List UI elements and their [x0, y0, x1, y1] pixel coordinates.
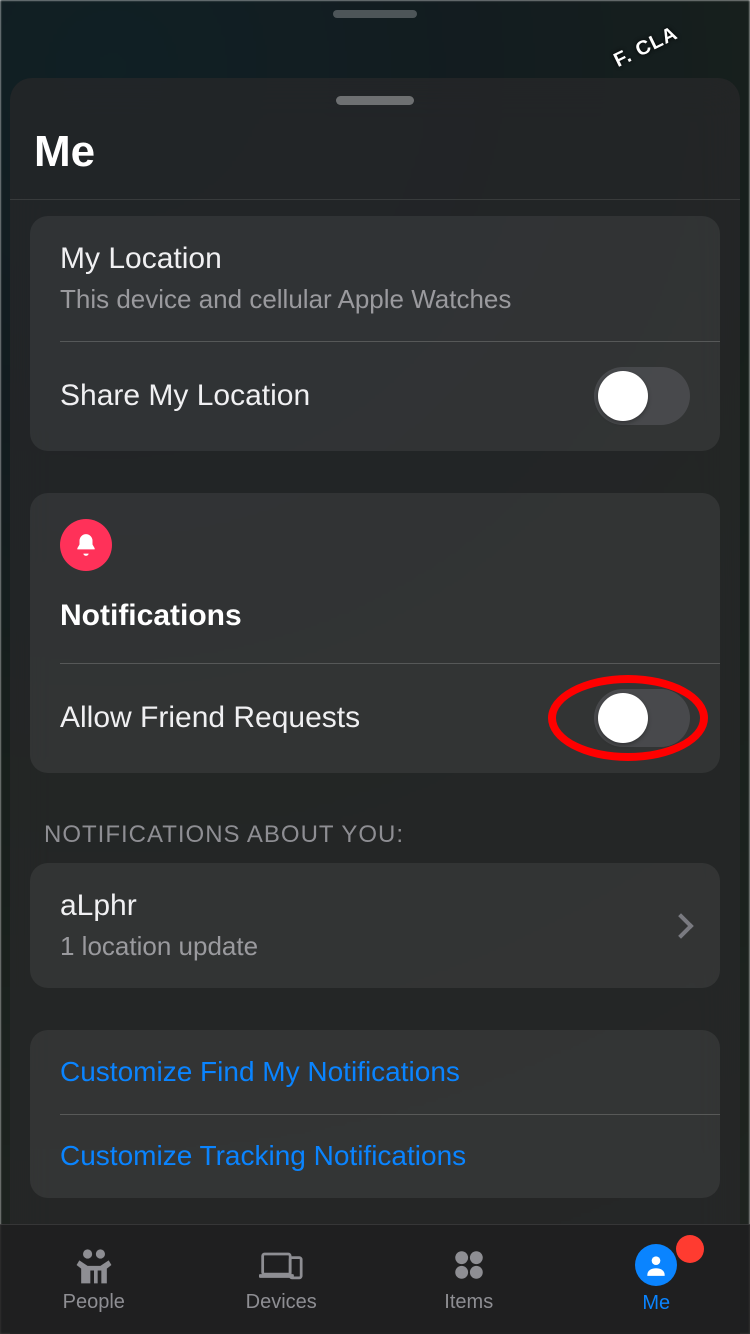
customize-tracking-label: Customize Tracking Notifications: [60, 1140, 690, 1172]
allow-friend-requests-label: Allow Friend Requests: [60, 701, 360, 735]
share-my-location-toggle[interactable]: [594, 367, 690, 425]
share-my-location-label: Share My Location: [60, 379, 310, 413]
tab-devices-label: Devices: [246, 1291, 317, 1314]
me-sheet: Me My Location This device and cellular …: [10, 78, 740, 1334]
tab-people[interactable]: People: [0, 1225, 188, 1334]
my-location-cell[interactable]: My Location This device and cellular App…: [30, 216, 720, 341]
about-you-group: aLphr 1 location update: [30, 863, 720, 988]
tab-bar: People Devices Items Me: [0, 1224, 750, 1334]
customize-findmy-label: Customize Find My Notifications: [60, 1056, 690, 1088]
notifications-header-cell: Notifications: [30, 493, 720, 663]
bell-icon: [60, 519, 112, 571]
location-group: My Location This device and cellular App…: [30, 216, 720, 451]
tab-items[interactable]: Items: [375, 1225, 563, 1334]
notifications-group: Notifications Allow Friend Requests: [30, 493, 720, 773]
customize-links-group: Customize Find My Notifications Customiz…: [30, 1030, 720, 1198]
me-avatar-icon: [635, 1244, 677, 1286]
tab-devices[interactable]: Devices: [188, 1225, 376, 1334]
status-handle: [333, 10, 417, 18]
tab-items-label: Items: [444, 1291, 493, 1314]
tab-me[interactable]: Me: [563, 1225, 750, 1334]
my-location-subtitle: This device and cellular Apple Watches: [60, 284, 690, 315]
devices-icon: [259, 1245, 303, 1285]
chevron-right-icon: [668, 913, 693, 938]
tab-people-label: People: [63, 1291, 125, 1314]
about-you-item-title: aLphr: [60, 889, 258, 923]
allow-friend-requests-toggle[interactable]: [594, 689, 690, 747]
my-location-title: My Location: [60, 242, 690, 276]
divider: [10, 199, 740, 200]
notifications-heading: Notifications: [60, 599, 690, 633]
tab-me-badge: [676, 1235, 704, 1263]
items-icon: [447, 1245, 491, 1285]
about-you-header: NOTIFICATIONS ABOUT YOU:: [44, 821, 706, 849]
customize-tracking-link[interactable]: Customize Tracking Notifications: [30, 1114, 720, 1198]
allow-friend-requests-cell: Allow Friend Requests: [30, 663, 720, 773]
about-you-item-subtitle: 1 location update: [60, 931, 258, 962]
about-you-item[interactable]: aLphr 1 location update: [30, 863, 720, 988]
customize-findmy-link[interactable]: Customize Find My Notifications: [30, 1030, 720, 1114]
page-title: Me: [10, 123, 740, 199]
share-my-location-cell: Share My Location: [30, 341, 720, 451]
people-icon: [72, 1245, 116, 1285]
sheet-grabber[interactable]: [336, 96, 414, 105]
tab-me-label: Me: [642, 1292, 670, 1315]
